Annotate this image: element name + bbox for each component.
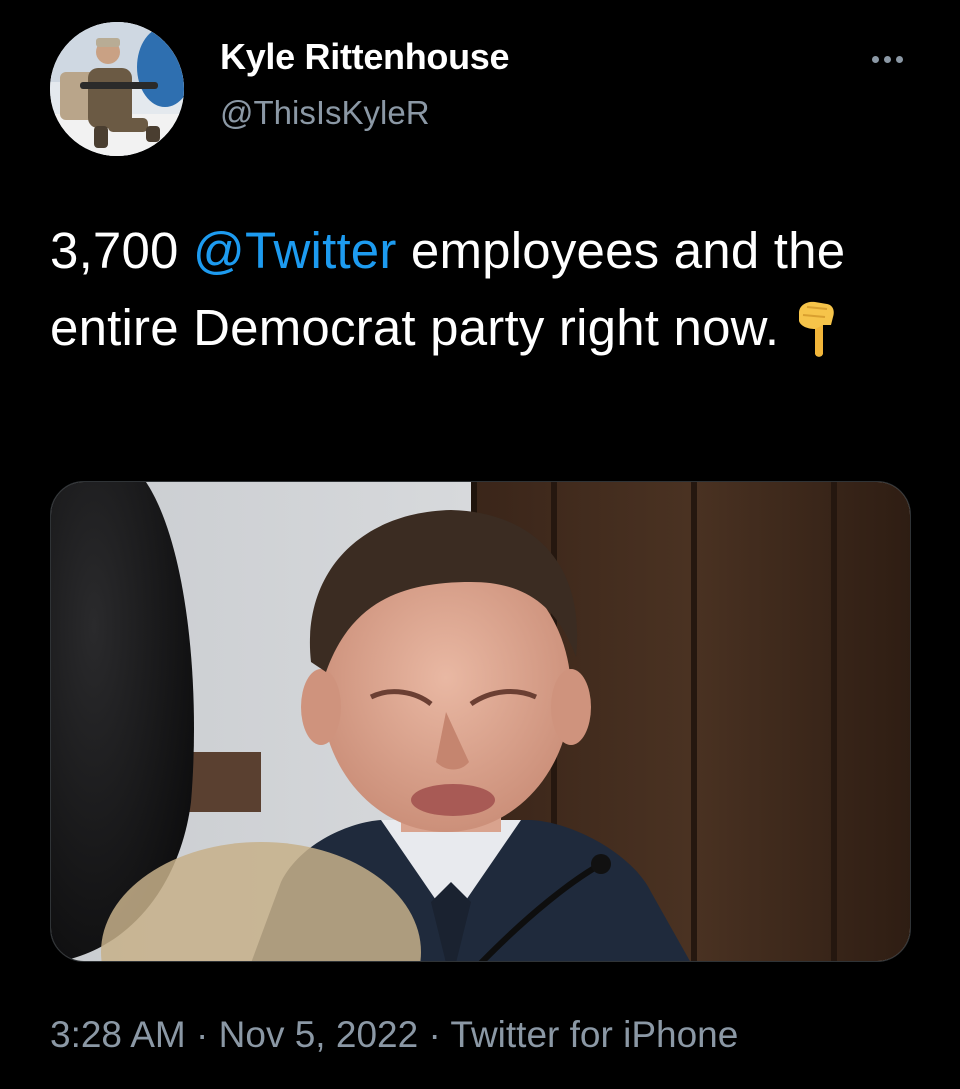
backhand-index-pointing-down-icon bbox=[793, 299, 837, 380]
tweet-meta: 3:28 AM · Nov 5, 2022 · Twitter for iPho… bbox=[50, 1014, 738, 1056]
tweet-text-prefix: 3,700 bbox=[50, 222, 193, 279]
tweet-media-photo[interactable] bbox=[50, 481, 911, 962]
meta-separator: · bbox=[185, 1014, 219, 1055]
photo-illustration bbox=[51, 482, 910, 961]
avatar[interactable] bbox=[50, 22, 184, 156]
tweet-time[interactable]: 3:28 AM bbox=[50, 1014, 186, 1055]
more-dot-icon bbox=[895, 55, 903, 63]
avatar-photo bbox=[50, 22, 184, 156]
handle[interactable]: @ThisIsKyleR bbox=[220, 94, 430, 132]
mention-link[interactable]: @Twitter bbox=[193, 222, 397, 279]
tweet-source-link[interactable]: Twitter for iPhone bbox=[450, 1014, 738, 1055]
tweet-date[interactable]: Nov 5, 2022 bbox=[219, 1014, 419, 1055]
display-name[interactable]: Kyle Rittenhouse bbox=[220, 36, 510, 78]
tweet-text: 3,700 @Twitter employees and the entire … bbox=[50, 212, 910, 380]
more-options-button[interactable] bbox=[862, 44, 912, 74]
meta-separator: · bbox=[418, 1014, 451, 1055]
tweet: Kyle Rittenhouse @ThisIsKyleR 3,700 @Twi… bbox=[0, 0, 960, 1089]
more-dot-icon bbox=[871, 55, 879, 63]
more-dot-icon bbox=[883, 55, 891, 63]
